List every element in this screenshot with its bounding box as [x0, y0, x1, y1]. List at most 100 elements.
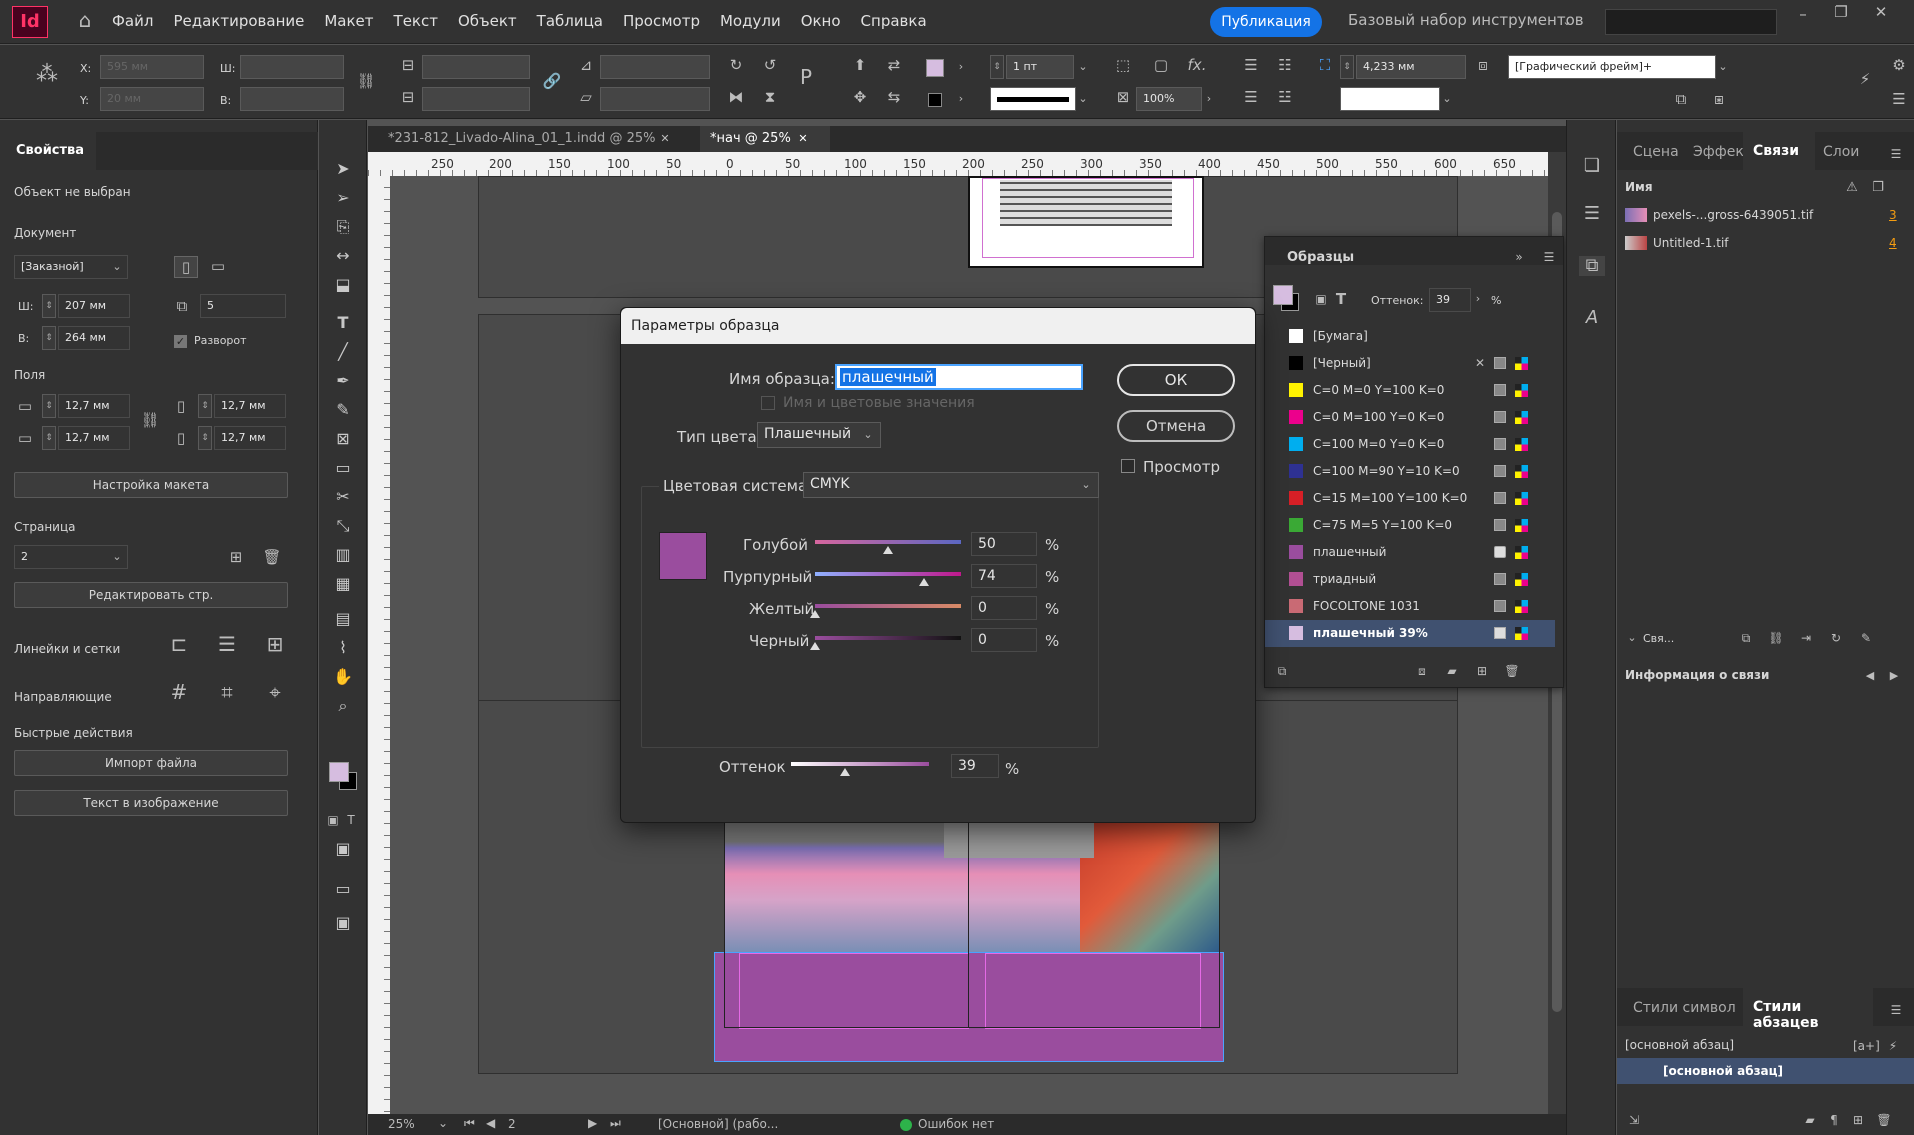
tab-layers[interactable]: Слои — [1823, 144, 1859, 160]
shear-field[interactable] — [600, 87, 710, 111]
margin-right-stepper[interactable]: ⇕ — [198, 426, 212, 450]
container-icon[interactable]: ▣ — [325, 810, 341, 830]
flip-v-icon[interactable]: ⧗ — [760, 87, 780, 107]
panel-menu-icon[interactable]: ☰ — [1890, 89, 1908, 109]
margin-right-field[interactable]: 12,7 мм — [214, 426, 286, 450]
search-input[interactable] — [1605, 9, 1777, 35]
magenta-field[interactable]: 74 — [971, 564, 1037, 588]
chevron-down-icon[interactable]: ⌄ — [1076, 89, 1090, 109]
tab-properties[interactable]: Свойства — [0, 132, 96, 170]
black-slider-thumb[interactable] — [810, 642, 820, 650]
rotate-icon[interactable]: ⊿ — [576, 55, 596, 75]
update-link-icon[interactable]: ↻ — [1827, 628, 1845, 648]
yellow-slider[interactable] — [815, 604, 961, 608]
tint-slider[interactable] — [791, 762, 929, 766]
doc-w-field[interactable]: 207 мм — [58, 294, 130, 318]
select-content-icon[interactable]: ✥ — [848, 87, 872, 107]
menu-file[interactable]: Файл — [112, 12, 153, 32]
import-file-button[interactable]: Импорт файла — [14, 750, 288, 776]
text-to-image-button[interactable]: Текст в изображение — [14, 790, 288, 816]
link-row[interactable]: Untitled-1.tif 4 — [1617, 232, 1914, 258]
chevron-down-icon[interactable]: ⌄ — [438, 1116, 448, 1130]
tab-char-styles[interactable]: Стили символ — [1633, 1000, 1736, 1016]
next-link-icon[interactable]: ▶ — [1887, 666, 1901, 686]
y-field[interactable]: 20 мм — [100, 87, 204, 111]
eyedropper-icon[interactable]: ⌇ — [329, 635, 357, 661]
chevron-down-icon[interactable]: ⌄ — [1440, 89, 1454, 109]
panel-menu-icon[interactable]: ☰ — [1887, 1000, 1905, 1020]
warning-icon[interactable]: ⚠ — [1843, 178, 1861, 198]
smart-guides-icon[interactable]: ⌗ — [214, 682, 240, 702]
scissors-tool-icon[interactable]: ✂ — [329, 484, 357, 510]
frame-fitting-icon[interactable]: ⬚ — [1112, 55, 1134, 75]
link-count[interactable]: 3 — [1889, 208, 1897, 222]
fx-icon[interactable]: fx. — [1186, 55, 1208, 75]
prev-object-icon[interactable]: ⇄ — [882, 55, 906, 75]
next-object-icon[interactable]: ⇆ — [882, 87, 906, 107]
gap-tool-icon[interactable]: ↔ — [329, 243, 357, 269]
chevron-down-icon[interactable]: ⌄ — [1079, 475, 1093, 495]
size-stepper[interactable]: ⇕ — [1340, 55, 1354, 79]
scale-link-icon[interactable]: 🔗 — [542, 71, 562, 91]
doc-w-stepper[interactable]: ⇕ — [42, 294, 56, 318]
apply-color-icon[interactable]: ▣ — [329, 836, 357, 862]
list-item[interactable]: C=100 M=0 Y=0 K=0 — [1265, 431, 1555, 458]
margin-bottom-field[interactable]: 12,7 мм — [58, 426, 130, 450]
margin-left-stepper[interactable]: ⇕ — [198, 394, 212, 418]
menu-type[interactable]: Текст — [394, 12, 438, 32]
list-item[interactable]: [Черный] ✕ — [1265, 350, 1555, 377]
black-field[interactable]: 0 — [971, 628, 1037, 652]
magenta-slider-thumb[interactable] — [919, 578, 929, 586]
clear-overrides-icon[interactable]: ¶ — [1825, 1110, 1843, 1130]
zoom-tool-icon[interactable]: ⌕ — [329, 693, 357, 719]
page-icon[interactable]: ❐ — [1869, 178, 1887, 198]
trash-icon[interactable]: 🗑 — [1503, 661, 1521, 681]
preview-checkbox[interactable] — [1121, 459, 1135, 473]
show-all-icon[interactable]: ⧉ — [1273, 661, 1291, 681]
style-status[interactable]: [Основной] (рабо... — [658, 1117, 778, 1131]
cyan-slider[interactable] — [815, 540, 961, 544]
menu-view[interactable]: Просмотр — [623, 12, 700, 32]
rotate-ccw-icon[interactable]: ↺ — [760, 55, 780, 75]
fill-stroke-icon[interactable] — [329, 762, 359, 792]
reference-point-icon[interactable]: ⁂ — [30, 64, 64, 86]
home-icon[interactable]: ⌂ — [72, 10, 98, 30]
magenta-slider[interactable] — [815, 572, 961, 576]
screen-mode-icon[interactable]: ▭ — [329, 876, 357, 902]
guides-icon[interactable]: # — [166, 682, 192, 702]
rectangle-frame-icon[interactable]: ⊠ — [329, 426, 357, 452]
auto-fit-icon[interactable]: ⛶ — [1314, 55, 1336, 75]
stroke-weight-field[interactable]: 1 пт — [1006, 55, 1074, 79]
hand-tool-icon[interactable]: ✋ — [329, 664, 357, 690]
type-tool-icon[interactable]: T — [329, 310, 357, 336]
list-item[interactable]: [Бумага] — [1265, 323, 1555, 350]
align-bottom-icon[interactable]: ☰ — [1240, 87, 1262, 107]
folder-icon[interactable]: ▰ — [1801, 1110, 1819, 1130]
menu-help[interactable]: Справка — [861, 12, 927, 32]
pages-field[interactable]: 5 — [200, 294, 286, 318]
doc-h-field[interactable]: 264 мм — [58, 326, 130, 350]
goto-link-icon[interactable]: ⇥ — [1797, 628, 1815, 648]
margin-left-field[interactable]: 12,7 мм — [214, 394, 286, 418]
corner-icon[interactable]: ▢ — [1150, 55, 1172, 75]
h-field[interactable] — [240, 87, 344, 111]
chevron-down-icon[interactable]: ⌄ — [110, 257, 124, 277]
link-icon[interactable]: ⛓ — [1767, 628, 1785, 648]
fill-swatch[interactable] — [926, 59, 944, 77]
rotate-cw-icon[interactable]: ↻ — [726, 55, 746, 75]
select-container-icon[interactable]: ⬆ — [848, 55, 872, 75]
tab-document-2[interactable]: *нач @ 25% — [700, 126, 830, 152]
text-wrap-box[interactable] — [1340, 87, 1440, 111]
gradient-feather-icon[interactable]: ▦ — [329, 571, 357, 597]
chevron-right-icon[interactable]: › — [1202, 89, 1216, 109]
list-item[interactable]: C=100 M=90 Y=10 K=0 — [1265, 458, 1555, 485]
chevron-right-icon[interactable]: › — [1471, 289, 1485, 309]
stroke-type-select[interactable] — [990, 87, 1076, 111]
list-item[interactable]: плашечный 39% — [1265, 620, 1555, 647]
tint-slider-thumb[interactable] — [840, 768, 850, 776]
yellow-field[interactable]: 0 — [971, 596, 1037, 620]
menu-window[interactable]: Окно — [801, 12, 841, 32]
cyan-field[interactable]: 50 — [971, 532, 1037, 556]
doc-grid-icon[interactable]: ⊞ — [262, 634, 288, 654]
layout-settings-button[interactable]: Настройка макета — [14, 472, 288, 498]
